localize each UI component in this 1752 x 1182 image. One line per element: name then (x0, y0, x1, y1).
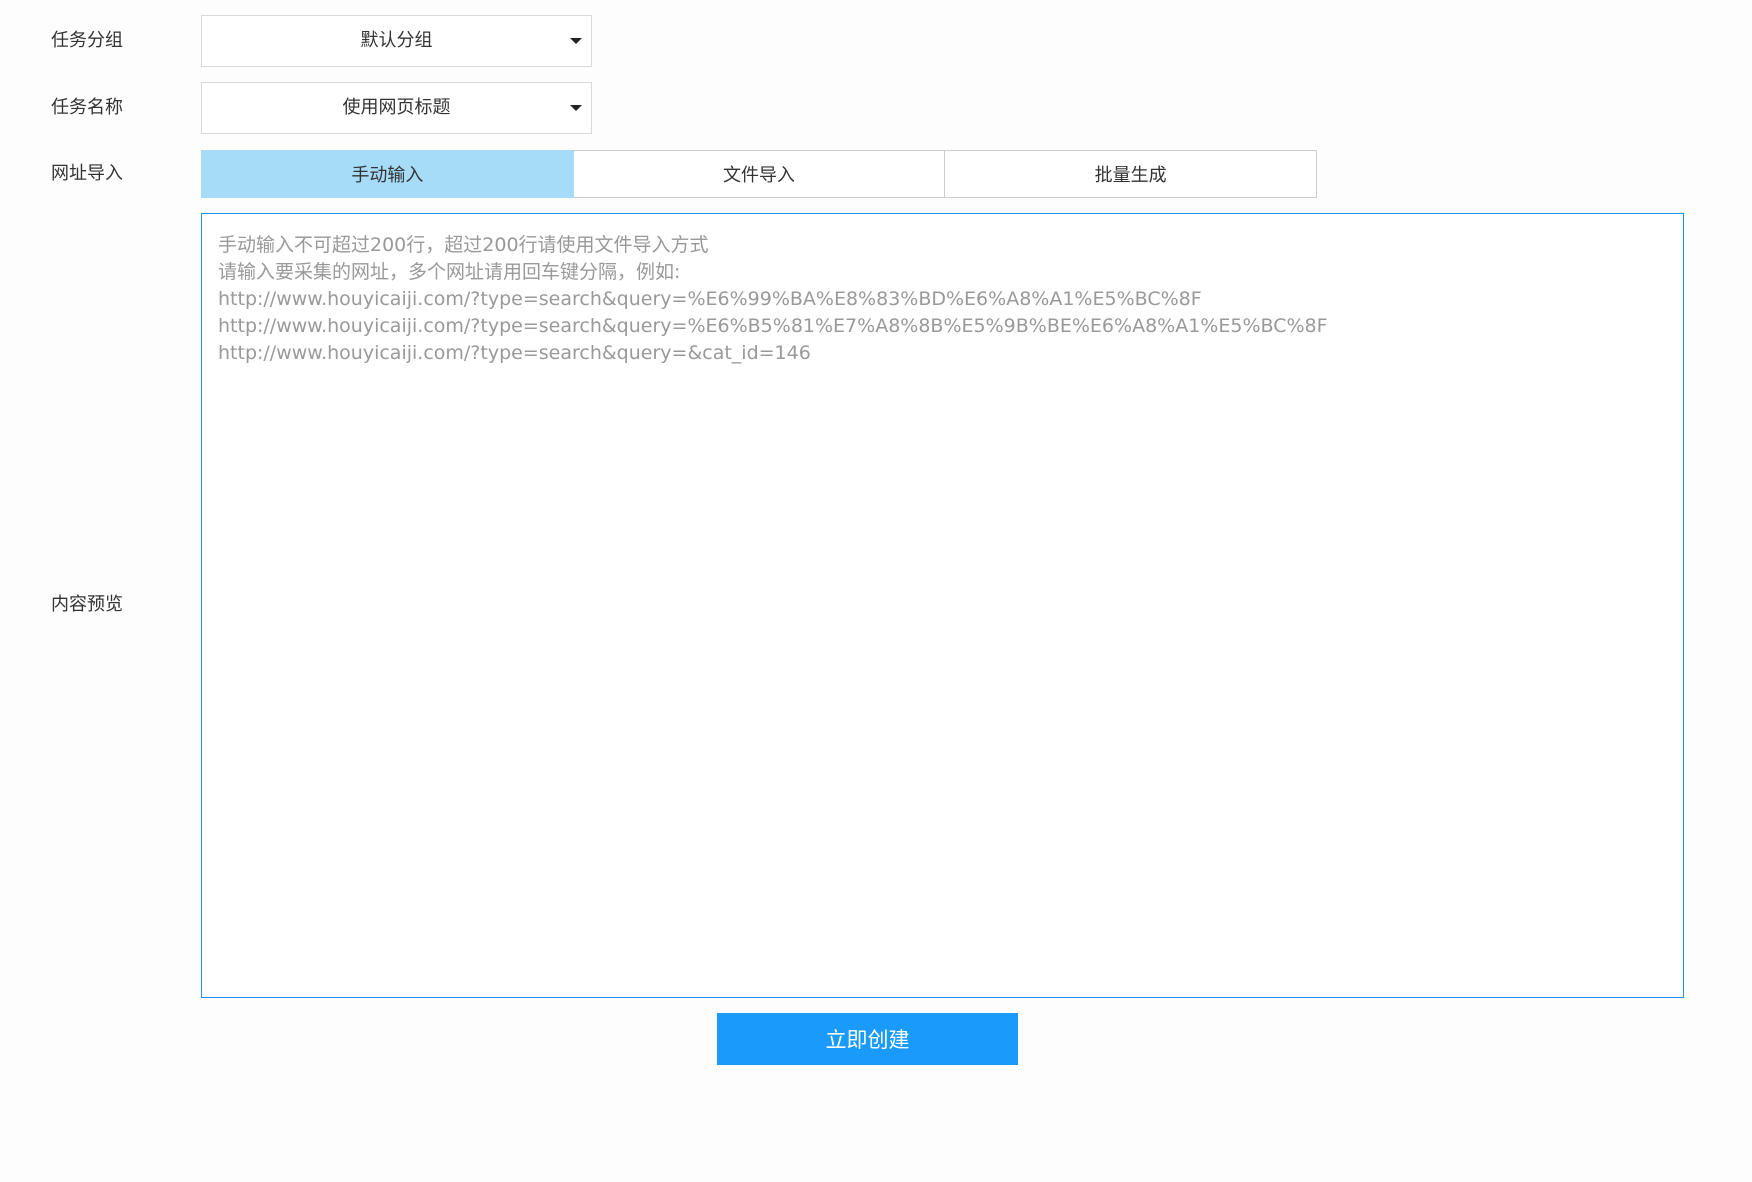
task-group-value: 默认分组 (360, 30, 433, 51)
url-import-label: 网址导入 (51, 163, 123, 184)
url-import-tabs: 手动输入 文件导入 批量生成 (201, 150, 1318, 198)
task-name-value: 使用网页标题 (342, 97, 451, 118)
url-textarea[interactable] (201, 213, 1684, 998)
task-name-select[interactable]: 使用网页标题 (201, 82, 592, 134)
content-preview-label: 内容预览 (51, 594, 123, 615)
task-name-label: 任务名称 (51, 97, 123, 118)
create-now-button[interactable]: 立即创建 (717, 1013, 1018, 1065)
task-group-select[interactable]: 默认分组 (201, 15, 592, 67)
tab-batch-generate[interactable]: 批量生成 (945, 150, 1318, 198)
tab-manual-input[interactable]: 手动输入 (201, 150, 574, 198)
caret-down-icon (570, 105, 582, 111)
caret-down-icon (570, 38, 582, 44)
task-group-label: 任务分组 (51, 30, 123, 51)
tab-file-import[interactable]: 文件导入 (573, 150, 946, 198)
